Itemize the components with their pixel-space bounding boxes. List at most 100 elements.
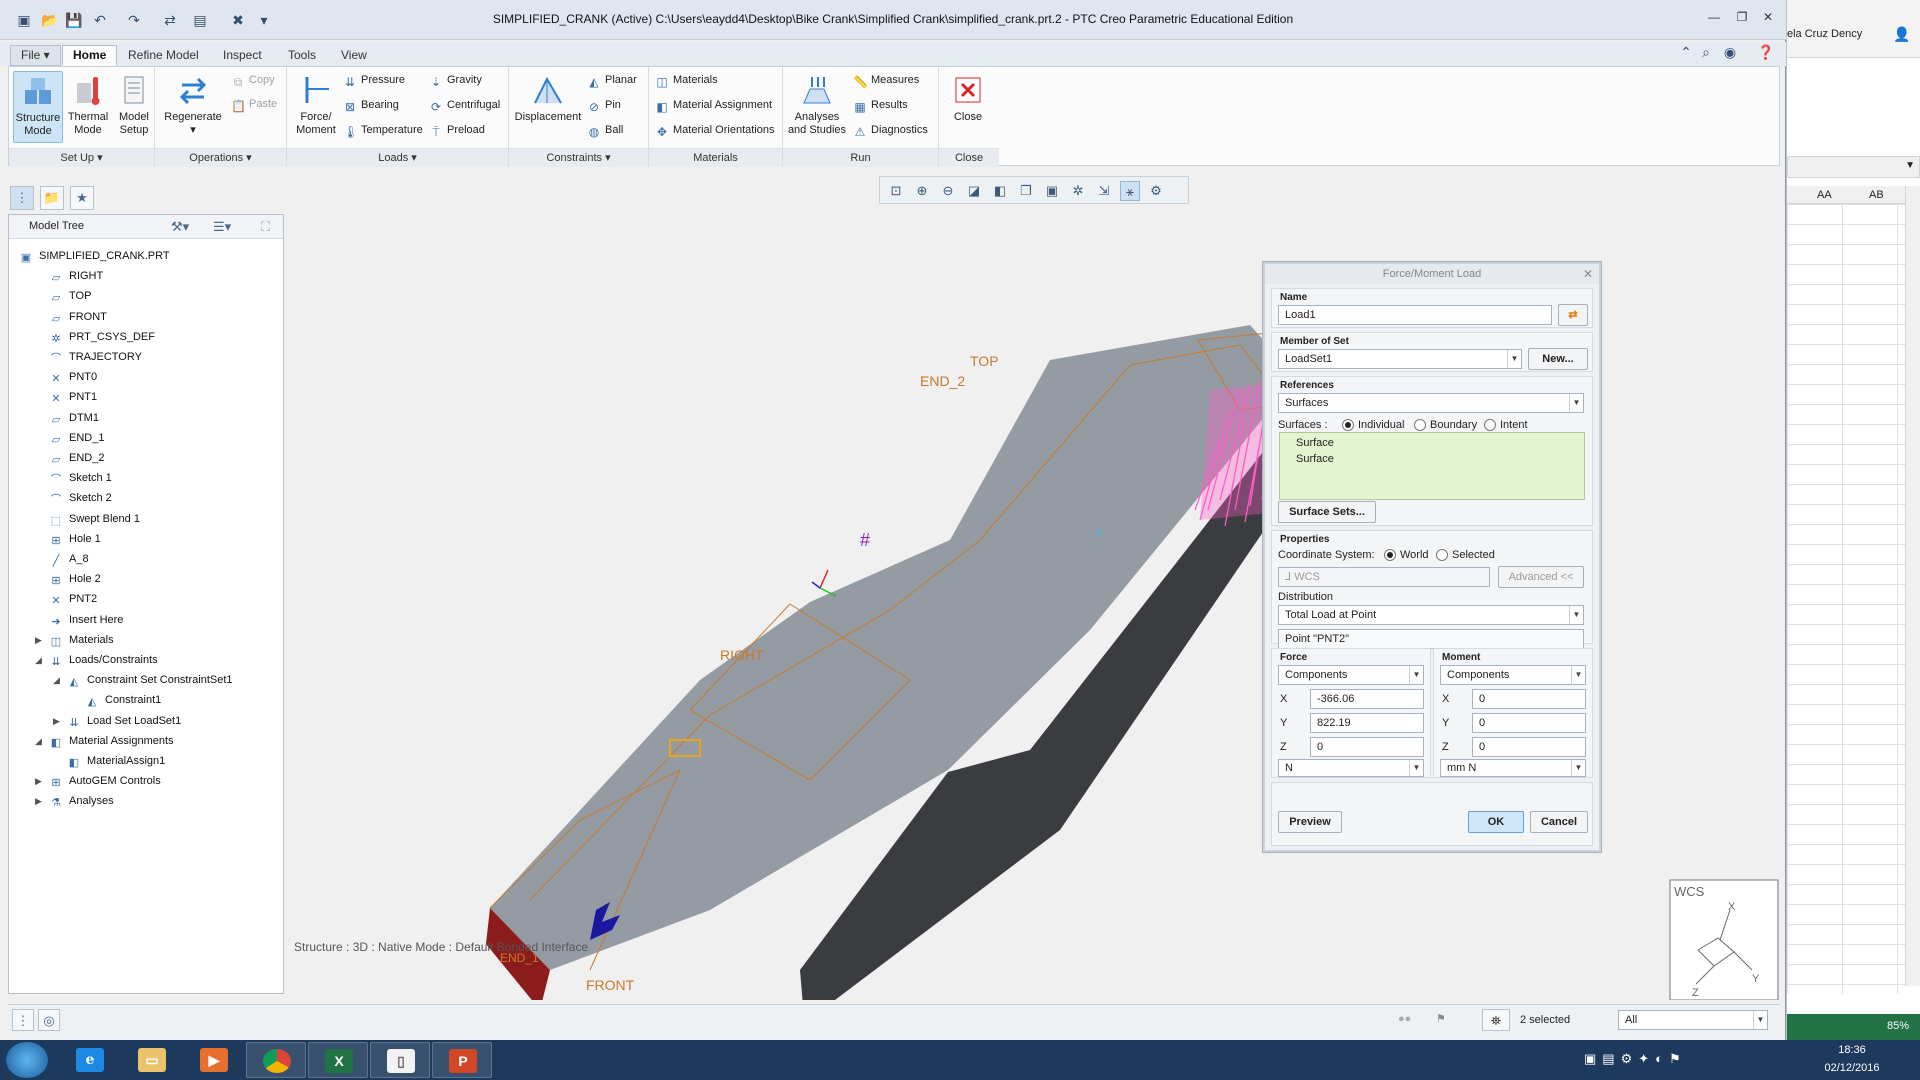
start-button[interactable] [6, 1042, 48, 1078]
tab-home[interactable]: Home [62, 45, 118, 66]
taskbar-explorer[interactable]: ▭ [122, 1042, 182, 1078]
name-input[interactable]: Load1 [1278, 305, 1552, 325]
search-icon[interactable]: ⌕ [1696, 42, 1716, 62]
tree-item[interactable]: ◧ MaterialAssign1 [67, 752, 165, 770]
moment-mode-dropdown[interactable]: Components ▼ [1440, 665, 1586, 685]
preview-button[interactable]: Preview [1278, 811, 1342, 833]
boundary-radio[interactable] [1414, 419, 1426, 431]
tree-expander-icon[interactable]: ◢ [35, 732, 45, 750]
force-x-input[interactable]: -366.06 [1310, 689, 1424, 709]
references-dropdown[interactable]: Surfaces ▼ [1278, 393, 1584, 413]
moment-z-input[interactable]: 0 [1472, 737, 1586, 757]
material-orientations-button[interactable]: ✥ Material Orientations [655, 121, 775, 139]
regenerate-button[interactable]: Regenerate ▾ [163, 71, 223, 143]
excel-formula-bar[interactable]: ▼ [1787, 156, 1920, 178]
tree-expander-icon[interactable]: ▶ [35, 792, 45, 810]
surface-list-item[interactable]: Surface [1296, 453, 1334, 465]
paste-button[interactable]: 📋 Paste [231, 95, 277, 113]
displacement-button[interactable]: Displacement [513, 71, 583, 143]
advanced-button[interactable]: Advanced << [1498, 566, 1584, 588]
system-tray-icons[interactable]: ▣▤⚙✦◐⚑ [1584, 1051, 1687, 1067]
tab-file[interactable]: File ▾ [10, 45, 61, 66]
tree-item[interactable]: ⌒ Sketch 2 [49, 489, 112, 507]
tree-item[interactable]: ◭ Constraint Set ConstraintSet1 [67, 671, 233, 689]
tree-expander-icon[interactable]: ▶ [53, 712, 63, 730]
group-operations-label[interactable]: Operations ▾ [155, 148, 286, 167]
navigator-toggle-icon[interactable]: ⋮ [12, 1009, 34, 1031]
taskbar-ie[interactable]: e [60, 1042, 120, 1078]
thermal-mode-button[interactable]: Thermal Mode [63, 71, 113, 143]
ok-button[interactable]: OK [1468, 811, 1524, 833]
individual-radio[interactable] [1342, 419, 1354, 431]
close-button[interactable]: ✕ [1756, 10, 1780, 28]
tree-expander-icon[interactable]: ▶ [35, 631, 45, 649]
tab-tools[interactable]: Tools [277, 45, 327, 66]
tree-item[interactable]: ╱ A_8 [49, 550, 89, 568]
view-manager-icon[interactable]: ▣ [1042, 181, 1062, 201]
cancel-button[interactable]: Cancel [1530, 811, 1588, 833]
selection-filter-dropdown[interactable]: All ▼ [1618, 1010, 1768, 1030]
tree-item[interactable]: ▣ SIMPLIFIED_CRANK.PRT [19, 247, 170, 265]
excel-vertical-scrollbar[interactable] [1905, 186, 1920, 986]
tree-item[interactable]: ⬚ Swept Blend 1 [49, 510, 140, 528]
tree-item[interactable]: ✕ PNT1 [49, 388, 97, 406]
name-color-button[interactable]: ⇄ [1558, 304, 1588, 326]
flag-icon[interactable]: ⚑ [1436, 1012, 1446, 1025]
analyses-studies-button[interactable]: Analyses and Studies [785, 71, 849, 143]
folder-browser-tab-icon[interactable]: 📁 [40, 186, 64, 210]
tree-item[interactable]: ▱ END_2 [49, 449, 105, 467]
materials-button[interactable]: ◫ Materials [655, 71, 717, 89]
spin-center-icon[interactable]: ⚙ [1146, 181, 1166, 201]
tree-item[interactable]: ◭ Constraint1 [85, 691, 162, 709]
tree-item[interactable]: ⚗ Analyses [49, 792, 114, 810]
simulation-display-icon[interactable]: ⚹ [1120, 181, 1140, 201]
ball-button[interactable]: ◍ Ball [587, 121, 624, 139]
model-setup-button[interactable]: Model Setup [109, 71, 159, 143]
tree-item[interactable]: ⌒ TRAJECTORY [49, 348, 142, 366]
tree-item[interactable]: ➜ Insert Here [49, 611, 123, 629]
dialog-close-icon[interactable]: ✕ [1583, 267, 1593, 281]
repaint-icon[interactable]: ◪ [964, 181, 984, 201]
taskbar-creo[interactable]: ▯ [370, 1042, 430, 1078]
datum-display-icon[interactable]: ✲ [1068, 181, 1088, 201]
copy-button[interactable]: ⧉ Copy [231, 71, 275, 89]
close-mode-button[interactable]: Close [943, 71, 993, 143]
tree-item[interactable]: ▱ FRONT [49, 308, 107, 326]
model-tree-tab-icon[interactable]: ⋮ [10, 186, 34, 210]
zoom-out-icon[interactable]: ⊖ [938, 181, 958, 201]
tree-item[interactable]: ▱ END_1 [49, 429, 105, 447]
new-set-button[interactable]: New... [1528, 348, 1588, 370]
surface-sets-button[interactable]: Surface Sets... [1278, 501, 1376, 523]
diagnostics-button[interactable]: ⚠ Diagnostics [853, 121, 928, 139]
centrifugal-button[interactable]: ⟳ Centrifugal [429, 96, 500, 114]
moment-x-input[interactable]: 0 [1472, 689, 1586, 709]
find-icon[interactable]: ⛯ [1482, 1009, 1510, 1031]
favorites-tab-icon[interactable]: ★ [70, 186, 94, 210]
tree-item[interactable]: ⌒ Sketch 1 [49, 469, 112, 487]
planar-button[interactable]: ◭ Planar [587, 71, 636, 89]
csys-field[interactable]: ⅃ WCS [1278, 567, 1490, 587]
tree-item[interactable]: ⊞ AutoGEM Controls [49, 772, 160, 790]
annotation-display-icon[interactable]: ⇲ [1094, 181, 1114, 201]
tree-item[interactable]: ▱ DTM1 [49, 409, 99, 427]
group-setup-label[interactable]: Set Up ▾ [9, 148, 154, 167]
tree-item[interactable]: ⊞ Hole 1 [49, 530, 100, 548]
temperature-button[interactable]: 🌡 Temperature [343, 121, 423, 139]
saved-orientations-icon[interactable]: ❐ [1016, 181, 1036, 201]
tree-expander-icon[interactable]: ◢ [53, 671, 63, 689]
world-radio[interactable] [1384, 549, 1396, 561]
material-assignment-button[interactable]: ◧ Material Assignment [655, 96, 772, 114]
set-dropdown[interactable]: LoadSet1 ▼ [1278, 349, 1522, 369]
browser-toggle-icon[interactable]: ◎ [38, 1009, 60, 1031]
tree-item[interactable]: ⇊ Loads/Constraints [49, 651, 157, 669]
tree-item[interactable]: ◫ Materials [49, 631, 114, 649]
tab-inspect[interactable]: Inspect [212, 45, 273, 66]
tree-expander-icon[interactable]: ▶ [35, 772, 45, 790]
point-field[interactable]: Point "PNT2" [1278, 629, 1584, 649]
taskbar-excel[interactable]: X [308, 1042, 368, 1078]
tree-item[interactable]: ✲ PRT_CSYS_DEF [49, 328, 155, 346]
ribbon-collapse-icon[interactable]: ⌃ [1676, 42, 1696, 62]
community-icon[interactable]: ◉ [1720, 42, 1740, 62]
distribution-dropdown[interactable]: Total Load at Point ▼ [1278, 605, 1584, 625]
tree-item[interactable]: ✕ PNT2 [49, 590, 97, 608]
